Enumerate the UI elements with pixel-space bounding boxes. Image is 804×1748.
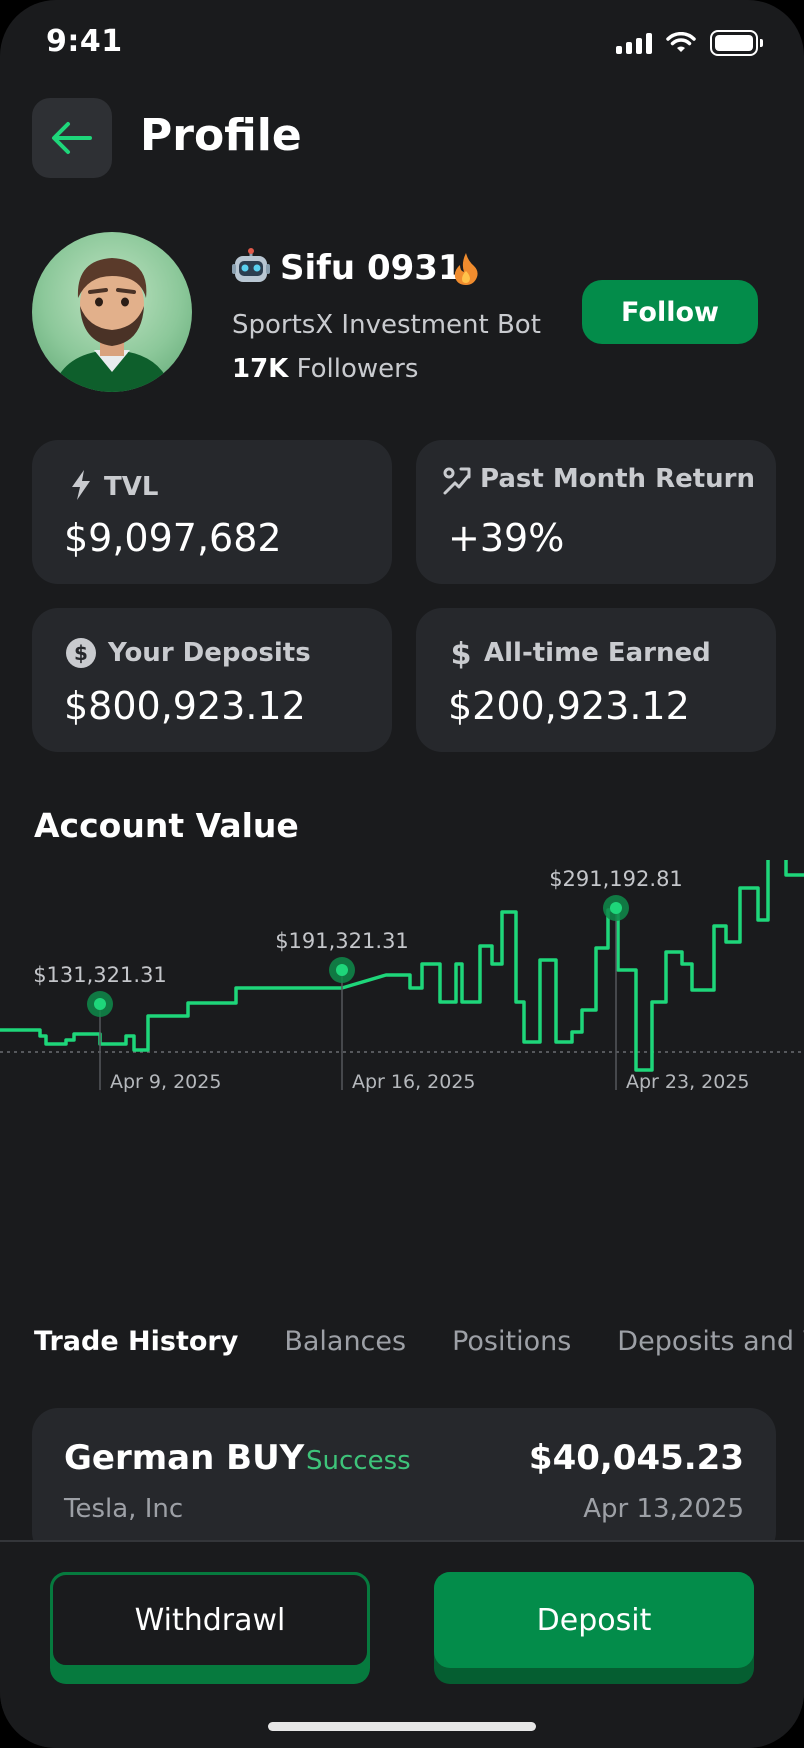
tab-positions[interactable]: Positions <box>452 1326 571 1357</box>
stat-card-deposits: $ Your Deposits $800,923.12 <box>32 608 392 752</box>
profile-subtitle: SportsX Investment Bot <box>232 310 541 340</box>
arrow-left-icon <box>52 122 92 154</box>
avatar-image <box>52 258 172 392</box>
withdraw-label: Withdrawl <box>50 1572 370 1668</box>
withdraw-button[interactable]: Withdrawl <box>50 1572 370 1684</box>
stat-card-tvl: TVL $9,097,682 <box>32 440 392 584</box>
dollar-circle-icon: $ <box>64 636 98 670</box>
stat-label: TVL <box>104 472 159 502</box>
data-label: $131,321.31 <box>33 963 167 987</box>
home-indicator[interactable] <box>268 1722 536 1731</box>
avatar[interactable] <box>32 232 192 392</box>
trade-status-badge: Success <box>306 1446 411 1476</box>
deposit-label: Deposit <box>434 1572 754 1668</box>
stat-card-earned: $ All-time Earned $200,923.12 <box>416 608 776 752</box>
status-time: 9:41 <box>46 24 123 59</box>
trade-date: Apr 13,2025 <box>583 1494 744 1524</box>
followers-count: 17K Followers <box>232 354 418 384</box>
chart-title: Account Value <box>34 806 299 845</box>
chart-annotation[interactable]: $131,321.31 Apr 9, 2025 <box>33 963 221 1093</box>
stat-value: $200,923.12 <box>448 684 690 728</box>
battery-icon <box>710 30 763 56</box>
status-icons <box>616 30 763 56</box>
x-tick-label: Apr 9, 2025 <box>110 1071 221 1093</box>
trade-history-item[interactable]: German BUY Success $40,045.23 Tesla, Inc… <box>32 1408 776 1558</box>
dollar-icon: $ <box>444 636 478 670</box>
tab-trade-history[interactable]: Trade History <box>34 1326 238 1357</box>
back-button[interactable] <box>32 98 112 178</box>
wifi-icon <box>666 32 696 52</box>
deposit-button[interactable]: Deposit <box>434 1572 754 1684</box>
data-point <box>336 964 348 976</box>
stat-card-return: Past Month Return +39% <box>416 440 776 584</box>
chart-annotation[interactable]: $291,192.81 Apr 23, 2025 <box>549 867 749 1093</box>
stat-label: Past Month Return <box>480 464 756 494</box>
tab-balances[interactable]: Balances <box>284 1326 406 1357</box>
stat-label: All-time Earned <box>484 638 711 668</box>
page-title: Profile <box>140 110 302 161</box>
x-tick-label: Apr 23, 2025 <box>626 1071 750 1093</box>
robot-icon <box>232 248 270 282</box>
svg-text:$: $ <box>74 641 88 665</box>
stat-value: $800,923.12 <box>64 684 306 728</box>
lightning-icon <box>64 468 98 502</box>
followers-label: Followers <box>296 354 419 384</box>
data-point <box>94 998 106 1010</box>
data-label: $191,321.31 <box>275 929 409 953</box>
data-label: $291,192.81 <box>549 867 683 891</box>
stat-value: +39% <box>448 516 565 560</box>
tab-deposits-withdrawals[interactable]: Deposits and Withdrawals <box>617 1326 804 1357</box>
trade-title: German BUY <box>64 1438 305 1478</box>
svg-text:$: $ <box>451 637 472 670</box>
trade-company: Tesla, Inc <box>64 1494 184 1524</box>
fire-icon <box>454 253 478 285</box>
followers-number: 17K <box>232 354 289 384</box>
data-point <box>610 902 622 914</box>
profile-name: Sifu 0931 <box>280 248 462 288</box>
x-tick-label: Apr 16, 2025 <box>352 1071 476 1093</box>
profile-screen: 9:41 Profile Sifu 0931 SportsX Investmen… <box>0 0 804 1748</box>
account-value-chart[interactable]: $131,321.31 Apr 9, 2025 $191,321.31 Apr 16,… <box>0 860 804 1260</box>
stat-value: $9,097,682 <box>64 516 282 560</box>
follow-button[interactable]: Follow <box>582 280 758 344</box>
chart-annotation[interactable]: $191,321.31 Apr 16, 2025 <box>275 929 475 1093</box>
signal-icon <box>616 32 652 54</box>
tab-bar: Trade History Balances Positions Deposit… <box>34 1326 804 1357</box>
trade-amount: $40,045.23 <box>528 1438 744 1478</box>
stat-label: Your Deposits <box>108 638 311 668</box>
percent-arrow-icon <box>440 464 474 498</box>
